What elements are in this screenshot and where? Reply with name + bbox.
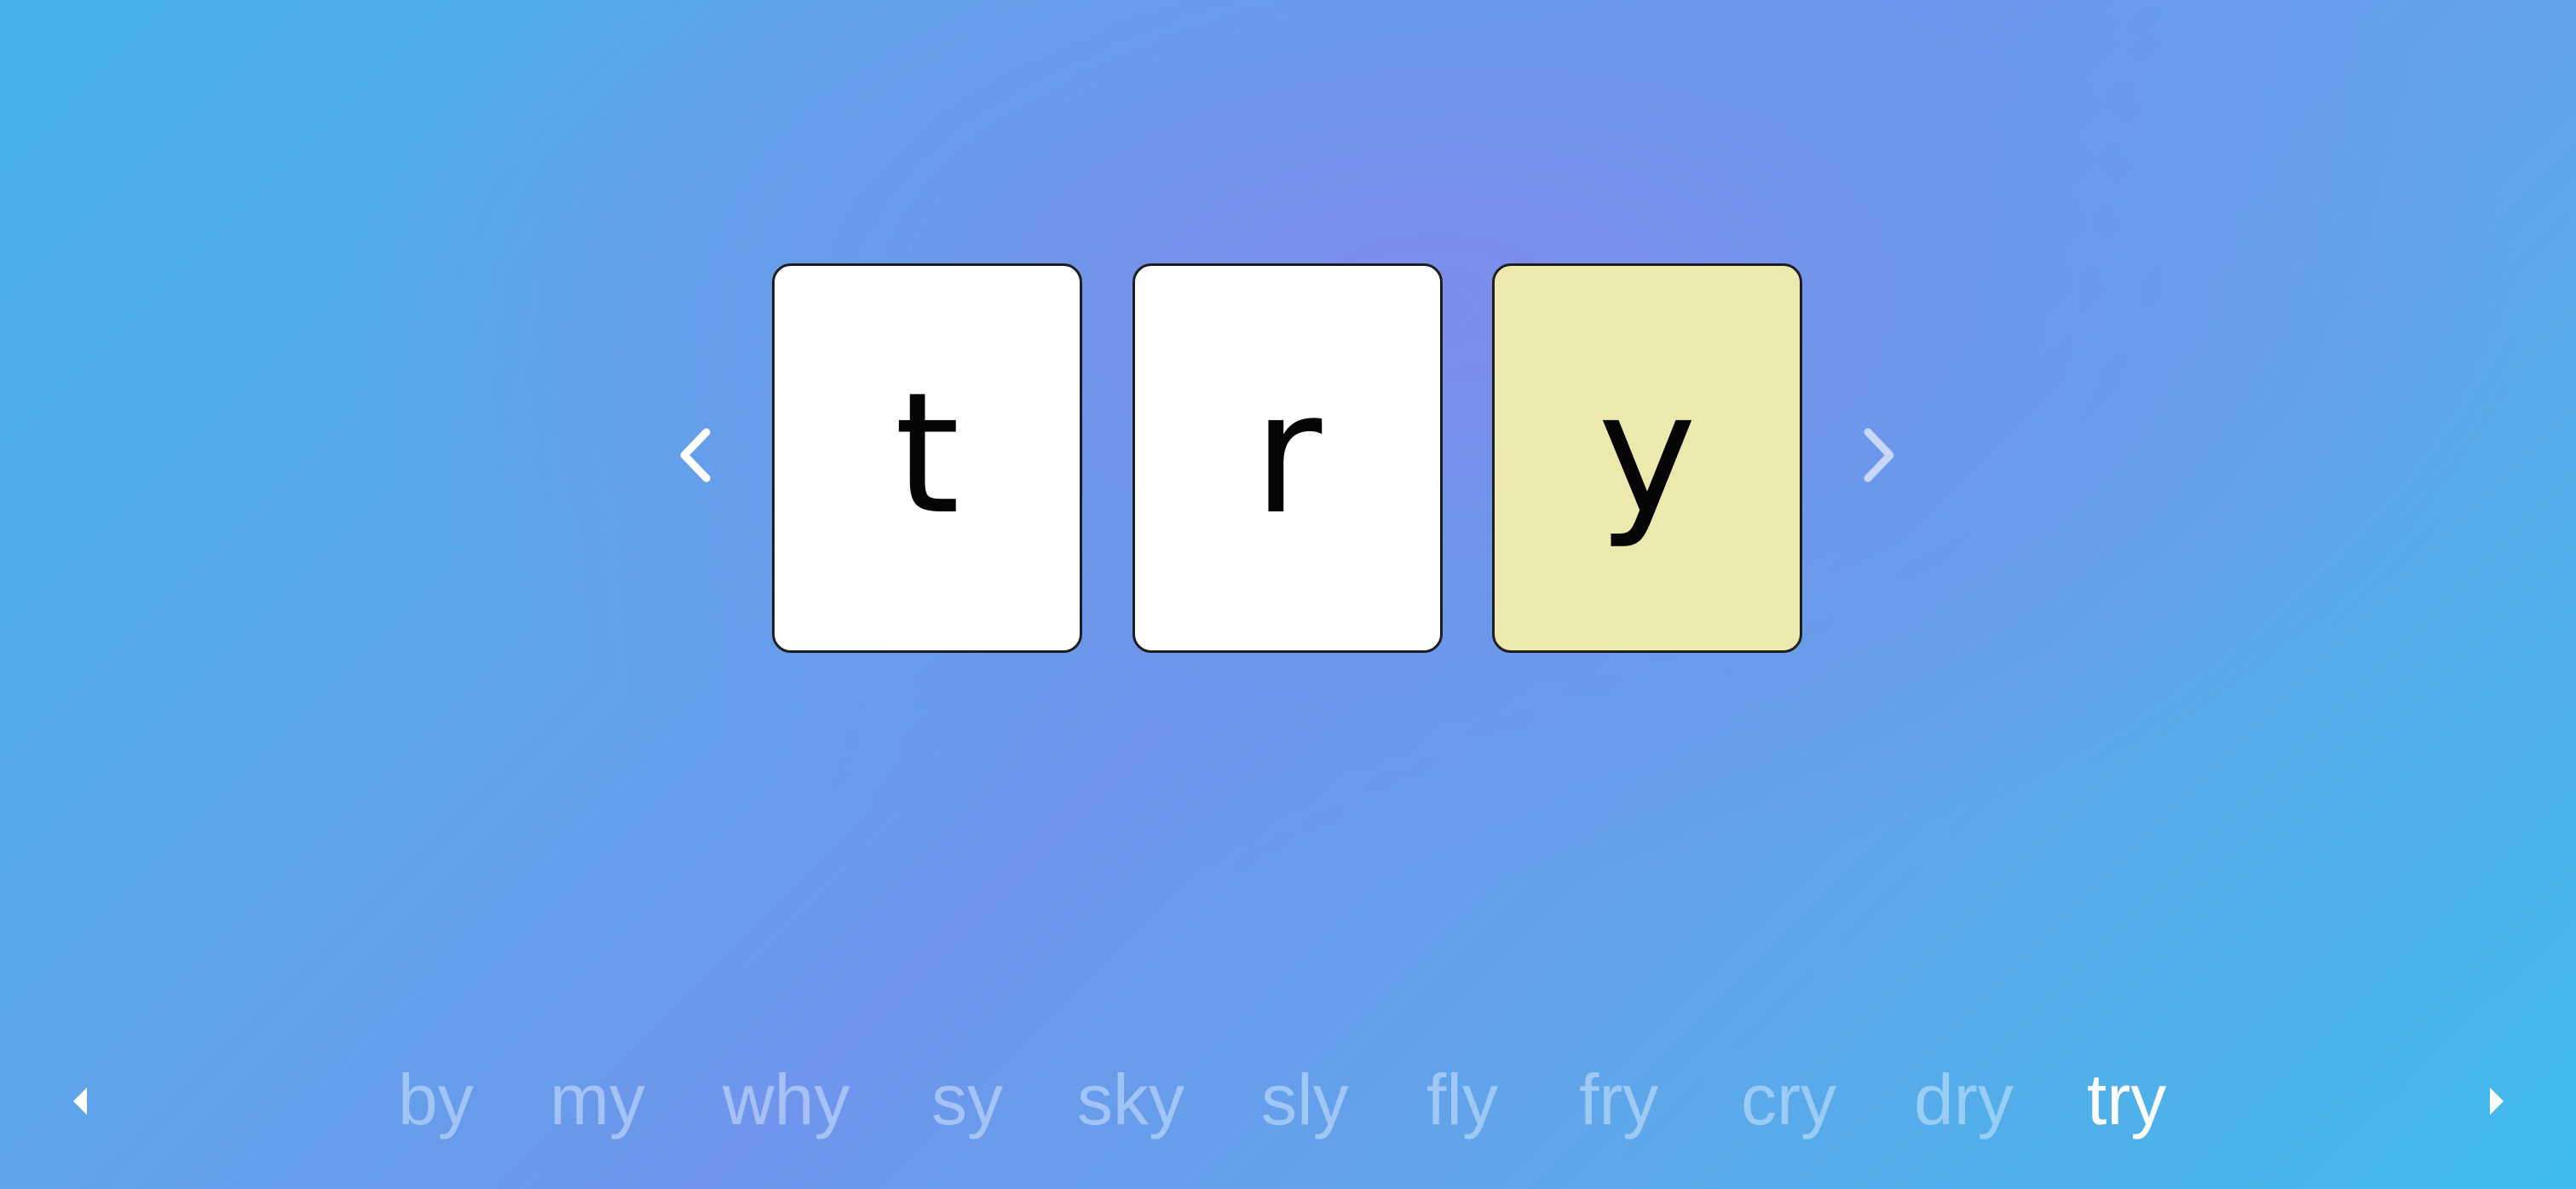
chevron-left-icon	[680, 428, 711, 482]
letter-tile-1[interactable]: t	[772, 263, 1082, 653]
next-word-button[interactable]	[1853, 424, 1904, 487]
word-list-item[interactable]: why	[723, 1048, 850, 1151]
word-list-item[interactable]: sy	[931, 1048, 1003, 1151]
word-list-item[interactable]: by	[398, 1048, 474, 1151]
word-list-item[interactable]: my	[550, 1048, 645, 1151]
word-list-item[interactable]: sky	[1077, 1048, 1184, 1151]
letter-tile-3-highlighted[interactable]: y	[1492, 263, 1802, 653]
word-list-item[interactable]: cry	[1741, 1048, 1836, 1151]
word-list-item[interactable]: fly	[1426, 1048, 1498, 1151]
letter-tile-2-letter: r	[1253, 356, 1323, 551]
word-list-item[interactable]: dry	[1914, 1048, 2014, 1151]
letter-tile-1-letter: t	[894, 356, 960, 551]
letter-tile-2[interactable]: r	[1132, 263, 1443, 653]
caret-right-icon	[2490, 1088, 2504, 1115]
letter-tile-3-letter: y	[1598, 356, 1697, 551]
word-list-item[interactable]: fry	[1579, 1048, 1658, 1151]
word-list-item-active[interactable]: try	[2087, 1048, 2166, 1151]
word-builder-screen: t r y by my why sy sky sly fly fry cry d…	[0, 0, 2576, 1189]
chevron-right-icon	[1864, 428, 1894, 482]
word-list-scroll-right-button[interactable]	[2485, 1084, 2507, 1118]
word-list: by my why sy sky sly fly fry cry dry try	[0, 1048, 2576, 1151]
previous-word-button[interactable]	[671, 424, 722, 487]
word-list-item[interactable]: sly	[1261, 1048, 1349, 1151]
